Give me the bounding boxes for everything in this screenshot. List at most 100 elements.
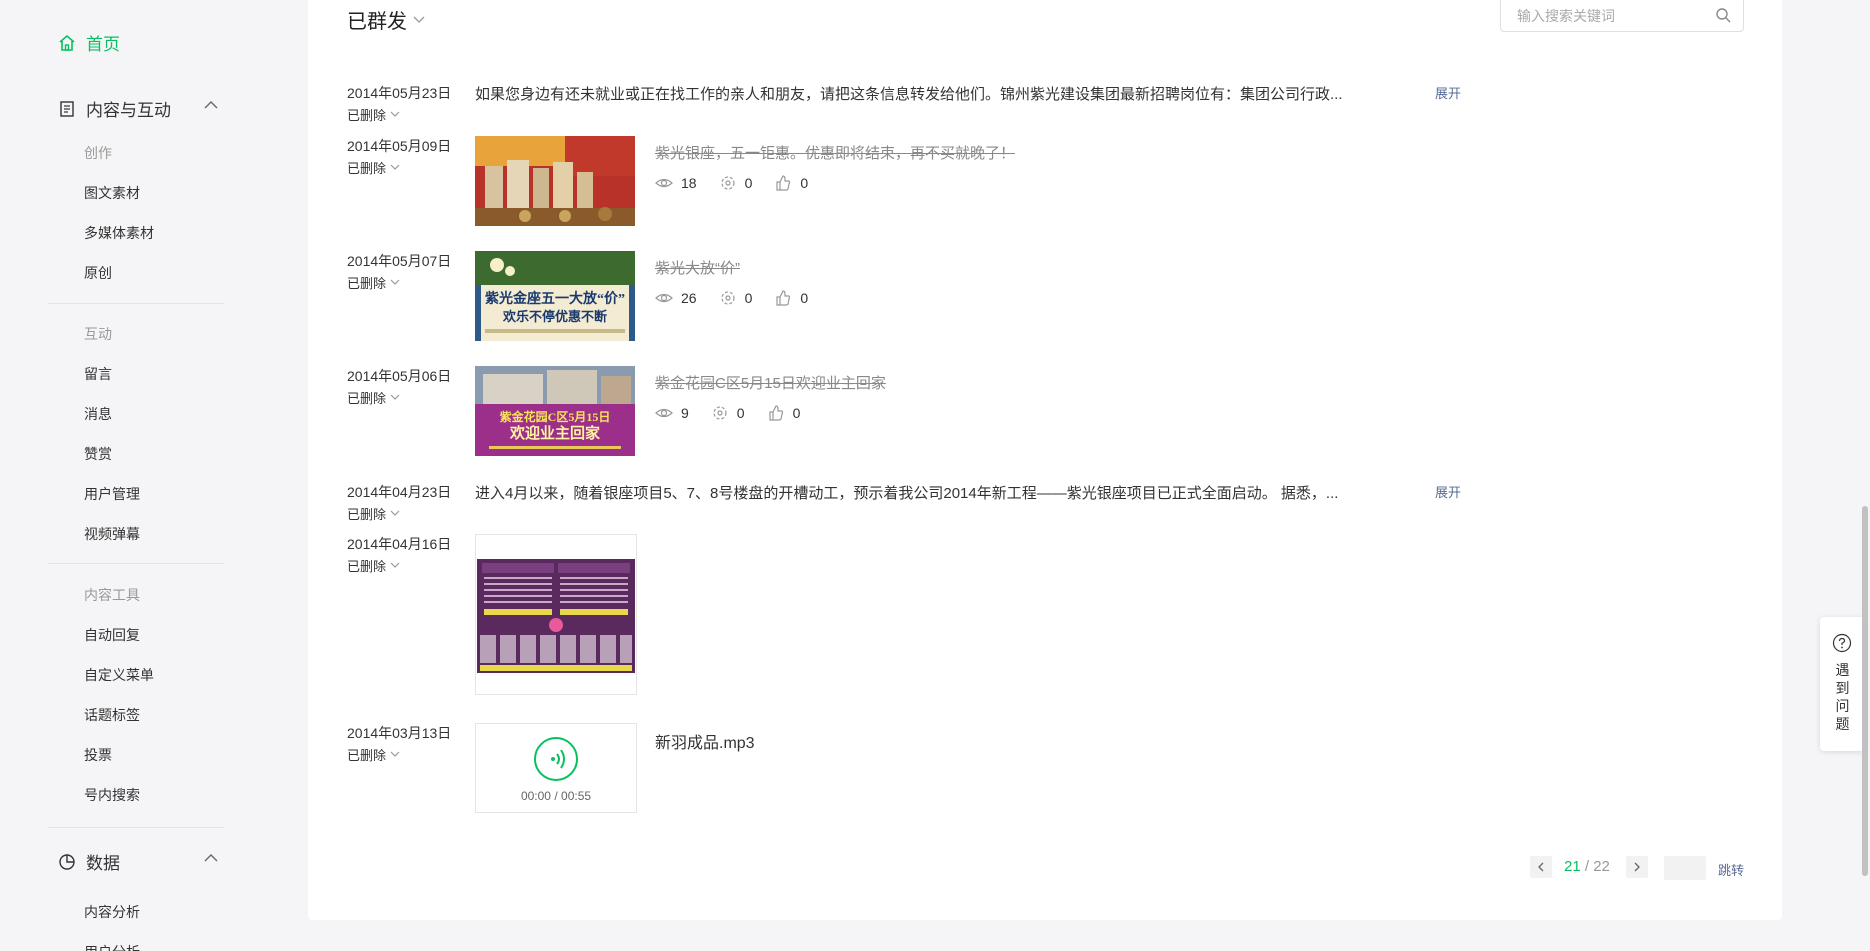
sound-wave-icon [551, 749, 565, 769]
item-status-label: 已删除 [347, 507, 387, 522]
thumb-text-line2: 欢乐不停优惠不断 [502, 309, 607, 324]
chevron-down-icon[interactable] [413, 16, 425, 24]
thumbs-up-icon [768, 405, 783, 421]
like-count-value: 0 [800, 175, 809, 191]
nav-item-graphic-material[interactable]: 图文素材 [84, 183, 140, 203]
scrollbar[interactable] [1862, 506, 1868, 876]
nav-item-vote[interactable]: 投票 [84, 745, 112, 765]
search-icon[interactable] [1715, 7, 1731, 23]
nav-item-auto-reply[interactable]: 自动回复 [84, 625, 140, 645]
item-status-label: 已删除 [347, 161, 387, 176]
nav-content-section[interactable]: 内容与互动 [58, 96, 218, 121]
article-thumbnail[interactable]: 紫光金座五一大放“价” 欢乐不停优惠不断 [475, 251, 635, 341]
nav-home-label: 首页 [86, 35, 120, 54]
nav-item-in-account-search[interactable]: 号内搜索 [84, 785, 140, 805]
page-jump-input[interactable] [1664, 856, 1706, 880]
like-count: 0 [774, 174, 808, 192]
item-date: 2014年04月23日 [347, 484, 452, 500]
item-status[interactable]: 已删除 [347, 273, 400, 292]
share-icon [720, 291, 735, 305]
sidebar-divider [48, 563, 224, 564]
current-page: 21 [1564, 858, 1581, 875]
image-thumbnail[interactable] [475, 534, 637, 695]
like-count: 0 [774, 289, 808, 307]
page-title[interactable]: 已群发 [347, 5, 425, 34]
nav-data-section[interactable]: 数据 [58, 849, 218, 874]
nav-item-custom-menu[interactable]: 自定义菜单 [84, 665, 154, 685]
next-page-button[interactable] [1626, 856, 1648, 878]
page-title-label: 已群发 [347, 11, 407, 33]
list-item: 2014年04月23日 已删除 进入4月以来，随着银座项目5、7、8号楼盘的开槽… [347, 482, 1477, 522]
list-item: 2014年04月16日 已删除 [347, 534, 747, 704]
eye-icon [655, 178, 673, 188]
nav-item-comments[interactable]: 留言 [84, 364, 112, 384]
chevron-down-icon [390, 279, 400, 285]
nav-item-media-material[interactable]: 多媒体素材 [84, 223, 154, 243]
item-status-label: 已删除 [347, 748, 387, 763]
nav-item-original[interactable]: 原创 [84, 263, 112, 283]
page-separator: / [1584, 858, 1590, 875]
article-title[interactable]: 紫光银座，五一钜惠。优惠即将结束，再不买就晚了！ [655, 142, 1015, 163]
share-count: 0 [719, 289, 752, 307]
item-date: 2014年05月06日 [347, 368, 452, 384]
item-status[interactable]: 已删除 [347, 556, 400, 575]
share-icon [720, 176, 735, 190]
audio-play-button[interactable] [534, 737, 578, 781]
chevron-down-icon [390, 562, 400, 568]
page-jump-button[interactable]: 跳转 [1718, 860, 1744, 879]
thumb-text-line1: 紫光金座五一大放“价” [485, 290, 625, 307]
read-count: 9 [655, 404, 689, 422]
expand-link[interactable]: 展开 [1435, 83, 1461, 102]
list-item: 2014年05月09日 已删除 紫光银座，五一钜惠。优惠即将结束，再不买就晚了！… [347, 136, 1247, 236]
sidebar: 首页 内容与互动 创作 图文素材 多媒体素材 原创 互动 留言 消息 赞赏 用户… [0, 0, 282, 951]
nav-item-messages[interactable]: 消息 [84, 404, 112, 424]
pie-chart-icon [59, 853, 75, 870]
item-status[interactable]: 已删除 [347, 388, 400, 407]
read-count: 18 [655, 174, 697, 192]
item-status[interactable]: 已删除 [347, 745, 400, 764]
prev-page-button[interactable] [1530, 856, 1552, 878]
thumbnail-image [476, 535, 636, 694]
list-item: 2014年03月13日 已删除 00:00 / 00:55 新羽成品.mp3 [347, 723, 847, 823]
item-status[interactable]: 已删除 [347, 105, 400, 124]
nav-item-user-analysis[interactable]: 用户分析 [84, 942, 140, 951]
chevron-down-icon [390, 751, 400, 757]
audio-total: 00:55 [561, 789, 592, 803]
nav-item-video-danmaku[interactable]: 视频弹幕 [84, 524, 140, 544]
nav-content-label: 内容与互动 [86, 101, 171, 120]
chevron-up-icon[interactable] [204, 100, 218, 110]
item-date: 2014年03月13日 [347, 725, 452, 741]
article-title[interactable]: 紫光大放“价” [655, 257, 740, 278]
document-icon [60, 100, 74, 117]
nav-item-rewards[interactable]: 赞赏 [84, 444, 112, 464]
group-create: 创作 [84, 145, 112, 161]
total-pages: 22 [1593, 858, 1610, 875]
chevron-up-icon[interactable] [204, 853, 218, 863]
search-input[interactable] [1517, 8, 1697, 24]
article-thumbnail[interactable]: 紫金花园C区5月15日 欢迎业主回家 [475, 366, 635, 456]
item-status-label: 已删除 [347, 391, 387, 406]
item-status-label: 已删除 [347, 276, 387, 291]
search-box[interactable] [1500, 0, 1744, 32]
nav-home[interactable]: 首页 [58, 30, 120, 55]
help-float-button[interactable]: 遇到问题 [1820, 617, 1865, 751]
share-count-value: 0 [744, 175, 753, 191]
article-title[interactable]: 紫金花园C区5月15日欢迎业主回家 [655, 372, 886, 393]
group-tools: 内容工具 [84, 587, 140, 603]
nav-item-user-management[interactable]: 用户管理 [84, 484, 140, 504]
audio-filename[interactable]: 新羽成品.mp3 [655, 729, 755, 753]
item-status[interactable]: 已删除 [347, 504, 400, 523]
nav-item-content-analysis[interactable]: 内容分析 [84, 902, 140, 922]
thumbnail-image [475, 136, 635, 226]
thumb-text-line2: 欢迎业主回家 [509, 424, 600, 442]
home-icon [59, 34, 75, 51]
eye-icon [655, 293, 673, 303]
expand-link[interactable]: 展开 [1435, 482, 1461, 501]
article-thumbnail[interactable] [475, 136, 635, 226]
item-status[interactable]: 已删除 [347, 158, 400, 177]
article-stats: 9 0 0 [655, 404, 822, 422]
audio-separator: / [554, 789, 558, 803]
sidebar-divider [48, 827, 224, 828]
nav-item-topic-tags[interactable]: 话题标签 [84, 705, 140, 725]
audio-player: 00:00 / 00:55 [475, 723, 637, 813]
